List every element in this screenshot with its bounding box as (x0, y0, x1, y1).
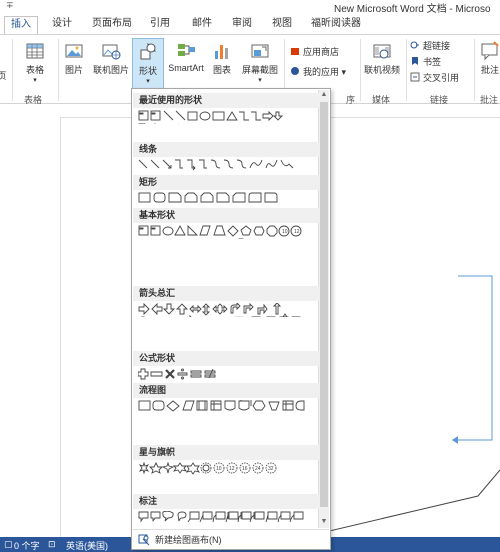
flowchart-rows[interactable] (138, 400, 318, 414)
section-basic-shapes: 基本形状 (133, 208, 319, 223)
svg-text:12: 12 (229, 466, 235, 472)
scroll-down-icon[interactable]: ▼ (320, 518, 328, 526)
section-flowchart: 流程图 (133, 383, 319, 398)
recent-shapes-row[interactable] (138, 110, 318, 124)
section-equation-shapes: 公式形状 (133, 351, 319, 366)
arrowhead-icon (452, 436, 458, 444)
proofing-icon[interactable]: ⊡ (48, 539, 56, 550)
gallery-scrollbar[interactable]: ▲ ▼ (318, 90, 329, 528)
word-count[interactable]: 0 个字 (14, 539, 40, 552)
svg-text:10: 10 (282, 229, 288, 235)
section-callouts: 标注 (133, 494, 319, 509)
callouts-row[interactable] (138, 511, 318, 525)
section-block-arrows: 箭头总汇 (133, 286, 319, 301)
equation-shapes-row[interactable] (138, 368, 318, 382)
new-drawing-canvas-button[interactable]: 新建绘图画布(N) (133, 529, 329, 549)
section-lines: 线条 (133, 142, 319, 157)
scroll-up-icon[interactable]: ▲ (320, 91, 328, 99)
block-arrows-rows[interactable] (138, 303, 318, 317)
shapes-gallery: ▲ ▼ 最近使用的形状 线条 矩形 基本形状 10 12 箭头总汇 公式形状 流… (131, 88, 331, 550)
page-status-icon[interactable]: ▢ (4, 539, 13, 550)
language-status[interactable]: 英语(美国) (66, 539, 108, 552)
section-stars-banners: 星与旗帜 (133, 445, 319, 460)
svg-text:24: 24 (255, 466, 261, 472)
svg-text:32: 32 (268, 466, 274, 472)
scroll-thumb[interactable] (320, 102, 328, 507)
svg-text:10: 10 (216, 466, 222, 472)
lines-row[interactable] (138, 159, 318, 173)
drawing-canvas-icon (138, 534, 150, 546)
section-rectangles: 矩形 (133, 175, 319, 190)
svg-text:12: 12 (294, 229, 300, 235)
svg-text:16: 16 (242, 466, 248, 472)
basic-shapes-rows[interactable]: 10 12 (138, 225, 318, 239)
stars-banners-rows[interactable]: 10 12 16 24 32 (138, 462, 318, 476)
rectangles-row[interactable] (138, 192, 318, 206)
new-drawing-canvas-label: 新建绘图画布(N) (155, 535, 222, 545)
section-recent-shapes: 最近使用的形状 (133, 93, 319, 108)
